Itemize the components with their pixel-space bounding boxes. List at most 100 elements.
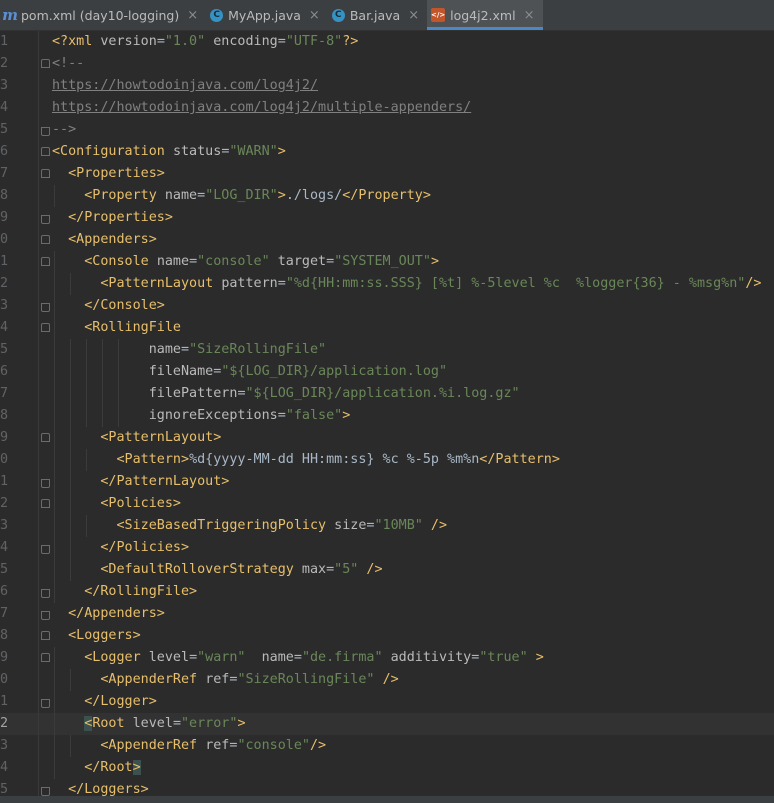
code-text[interactable]: filePattern="${LOG_DIR}/application.%i.l…: [52, 383, 520, 405]
code-line[interactable]: 9 <PatternLayout>: [0, 427, 774, 449]
code-text[interactable]: <Property name="LOG_DIR">./logs/</Proper…: [52, 185, 431, 207]
code-line[interactable]: 2 <Root level="error">: [0, 713, 774, 735]
code-line[interactable]: 5 <DefaultRolloverStrategy max="5" />: [0, 559, 774, 581]
code-line[interactable]: 6 </RollingFile>: [0, 581, 774, 603]
fold-end-icon[interactable]: [41, 699, 50, 708]
fold-start-icon[interactable]: [41, 147, 50, 156]
tab-bar-java[interactable]: C Bar.java ×: [328, 0, 427, 30]
code-line[interactable]: 3 <SizeBasedTriggeringPolicy size="10MB"…: [0, 515, 774, 537]
code-line[interactable]: 4 </Root>: [0, 757, 774, 779]
code-text[interactable]: <DefaultRolloverStrategy max="5" />: [52, 559, 382, 581]
fold-end-icon[interactable]: [41, 127, 50, 136]
code-text[interactable]: <Policies>: [52, 493, 181, 515]
close-icon[interactable]: ×: [309, 9, 320, 22]
code-line[interactable]: 0 <Appenders>: [0, 229, 774, 251]
code-line[interactable]: 2 <!--: [0, 53, 774, 75]
fold-end-icon[interactable]: [41, 545, 50, 554]
fold-start-icon[interactable]: [41, 499, 50, 508]
code-text[interactable]: <PatternLayout pattern="%d{HH:mm:ss.SSS}…: [52, 273, 761, 295]
url-link[interactable]: https://howtodoinjava.com/log4j2/multipl…: [52, 100, 471, 115]
code-text[interactable]: <SizeBasedTriggeringPolicy size="10MB" /…: [52, 515, 448, 537]
code-text[interactable]: </Appenders>: [52, 603, 165, 625]
fold-start-icon[interactable]: [41, 631, 50, 640]
fold-end-icon[interactable]: [41, 479, 50, 488]
code-text[interactable]: </Policies>: [52, 537, 189, 559]
fold-start-icon[interactable]: [41, 653, 50, 662]
code-text[interactable]: ignoreExceptions="false">: [52, 405, 351, 427]
code-text[interactable]: </Logger>: [52, 691, 157, 713]
code-line[interactable]: 1 <Console name="console" target="SYSTEM…: [0, 251, 774, 273]
code-text[interactable]: <PatternLayout>: [52, 427, 221, 449]
code-text[interactable]: <Configuration status="WARN">: [52, 141, 286, 163]
code-text[interactable]: </Console>: [52, 295, 165, 317]
code-text[interactable]: <Pattern>%d{yyyy-MM-dd HH:mm:ss} %c %-5p…: [52, 449, 560, 471]
code-text[interactable]: </RollingFile>: [52, 581, 197, 603]
code-line[interactable]: 7 filePattern="${LOG_DIR}/application.%i…: [0, 383, 774, 405]
fold-end-icon[interactable]: [41, 787, 50, 796]
code-line[interactable]: 0 <AppenderRef ref="SizeRollingFile" />: [0, 669, 774, 691]
code-line[interactable]: 3 </Console>: [0, 295, 774, 317]
code-text[interactable]: <?xml version="1.0" encoding="UTF-8"?>: [52, 31, 358, 53]
code-line[interactable]: 2 <Policies>: [0, 493, 774, 515]
code-text[interactable]: <Loggers>: [52, 625, 141, 647]
code-text[interactable]: <Root level="error">: [52, 713, 246, 735]
code-line[interactable]: 4 <RollingFile: [0, 317, 774, 339]
code-text[interactable]: </Root>: [52, 757, 141, 779]
code-line[interactable]: 6 fileName="${LOG_DIR}/application.log": [0, 361, 774, 383]
code-text[interactable]: </PatternLayout>: [52, 471, 229, 493]
code-text[interactable]: <AppenderRef ref="SizeRollingFile" />: [52, 669, 398, 691]
fold-end-icon[interactable]: [41, 303, 50, 312]
code-text[interactable]: name="SizeRollingFile": [52, 339, 326, 361]
tab-myapp-java[interactable]: C MyApp.java ×: [206, 0, 328, 30]
close-icon[interactable]: ×: [524, 9, 535, 22]
code-line[interactable]: 8 <Property name="LOG_DIR">./logs/</Prop…: [0, 185, 774, 207]
fold-start-icon[interactable]: [41, 59, 50, 68]
fold-start-icon[interactable]: [41, 323, 50, 332]
code-line[interactable]: 4 </Policies>: [0, 537, 774, 559]
url-link[interactable]: https://howtodoinjava.com/log4j2/: [52, 78, 318, 93]
xml-tag: >: [237, 716, 246, 731]
tab-pom-xml[interactable]: m pom.xml (day10-logging) ×: [0, 0, 206, 30]
code-line[interactable]: 1 <?xml version="1.0" encoding="UTF-8"?>: [0, 31, 774, 53]
code-line[interactable]: 7 <Properties>: [0, 163, 774, 185]
code-line[interactable]: 9 <Logger level="warn" name="de.firma" a…: [0, 647, 774, 669]
code-line[interactable]: 2 <PatternLayout pattern="%d{HH:mm:ss.SS…: [0, 273, 774, 295]
code-line[interactable]: 6 <Configuration status="WARN">: [0, 141, 774, 163]
code-text[interactable]: -->: [52, 119, 76, 141]
horizontal-scrollbar[interactable]: [0, 796, 774, 803]
code-text[interactable]: https://howtodoinjava.com/log4j2/: [52, 75, 318, 97]
code-line[interactable]: 4 https://howtodoinjava.com/log4j2/multip…: [0, 97, 774, 119]
code-line[interactable]: 3 <AppenderRef ref="console"/>: [0, 735, 774, 757]
fold-end-icon[interactable]: [41, 215, 50, 224]
code-editor[interactable]: 1 <?xml version="1.0" encoding="UTF-8"?> 2…: [0, 31, 774, 803]
code-text[interactable]: <Logger level="warn" name="de.firma" add…: [52, 647, 544, 669]
close-icon[interactable]: ×: [408, 9, 419, 22]
code-text[interactable]: <RollingFile: [52, 317, 181, 339]
code-line[interactable]: 1 </PatternLayout>: [0, 471, 774, 493]
code-text[interactable]: <Appenders>: [52, 229, 157, 251]
code-text[interactable]: <AppenderRef ref="console"/>: [52, 735, 326, 757]
fold-start-icon[interactable]: [41, 169, 50, 178]
fold-start-icon[interactable]: [41, 433, 50, 442]
code-text[interactable]: </Properties>: [52, 207, 173, 229]
code-text[interactable]: https://howtodoinjava.com/log4j2/multipl…: [52, 97, 471, 119]
code-line[interactable]: 8 <Loggers>: [0, 625, 774, 647]
fold-start-icon[interactable]: [41, 235, 50, 244]
code-text[interactable]: <Console name="console" target="SYSTEM_O…: [52, 251, 439, 273]
code-line[interactable]: 0 <Pattern>%d{yyyy-MM-dd HH:mm:ss} %c %-…: [0, 449, 774, 471]
fold-end-icon[interactable]: [41, 611, 50, 620]
code-line[interactable]: 8 ignoreExceptions="false">: [0, 405, 774, 427]
code-text[interactable]: <Properties>: [52, 163, 165, 185]
tab-log4j2-xml[interactable]: </> log4j2.xml ×: [427, 0, 543, 30]
fold-end-icon[interactable]: [41, 589, 50, 598]
close-icon[interactable]: ×: [187, 9, 198, 22]
code-line[interactable]: 3 https://howtodoinjava.com/log4j2/: [0, 75, 774, 97]
code-text[interactable]: fileName="${LOG_DIR}/application.log": [52, 361, 447, 383]
code-line[interactable]: 5 name="SizeRollingFile": [0, 339, 774, 361]
code-text[interactable]: <!--: [52, 53, 84, 75]
code-line[interactable]: 5 -->: [0, 119, 774, 141]
fold-start-icon[interactable]: [41, 257, 50, 266]
code-line[interactable]: 7 </Appenders>: [0, 603, 774, 625]
code-line[interactable]: 1 </Logger>: [0, 691, 774, 713]
code-line[interactable]: 9 </Properties>: [0, 207, 774, 229]
